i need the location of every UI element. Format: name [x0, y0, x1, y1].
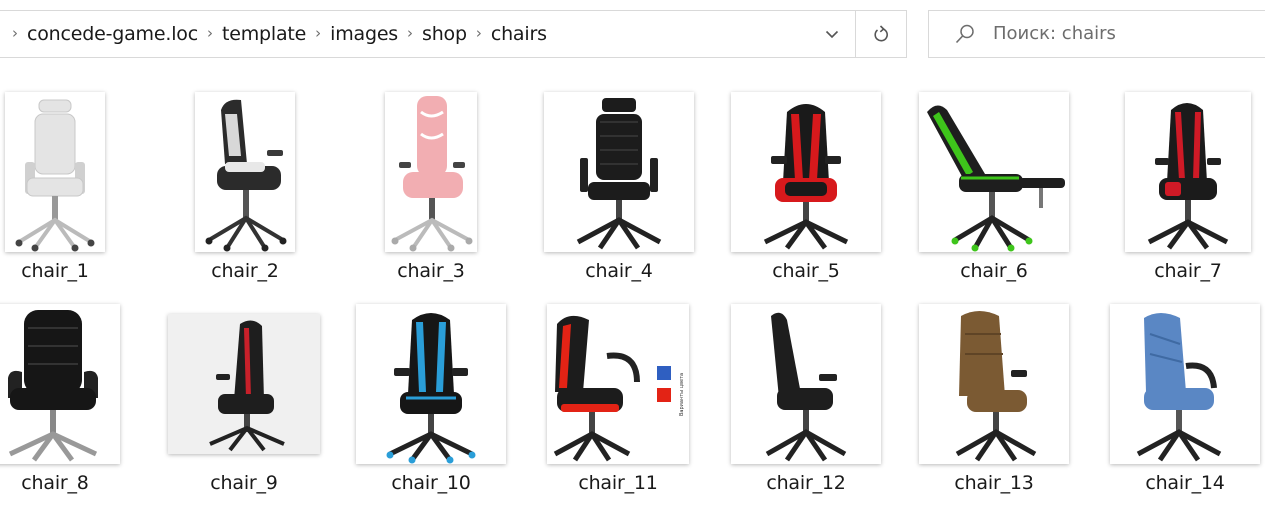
chair-image	[385, 92, 477, 252]
chair-image	[544, 92, 694, 252]
chair-image	[919, 304, 1069, 464]
file-item-chair-5[interactable]: chair_5	[726, 88, 886, 298]
chair-image	[919, 92, 1069, 252]
address-bar[interactable]: › concede-game.loc › template › images ›…	[0, 10, 907, 58]
file-name: chair_7	[1154, 260, 1222, 282]
breadcrumb-item-chairs[interactable]: chairs	[491, 23, 547, 45]
chair-image	[731, 92, 881, 252]
file-item-chair-2[interactable]: chair_2	[165, 88, 325, 298]
file-name: chair_3	[397, 260, 465, 282]
chevron-right-icon[interactable]: ›	[407, 24, 413, 42]
thumbnail-chair-5[interactable]	[726, 88, 886, 256]
file-name: chair_8	[21, 472, 89, 494]
breadcrumb: › concede-game.loc › template › images ›…	[10, 11, 547, 57]
file-name: chair_13	[954, 472, 1034, 494]
file-item-chair-12[interactable]: chair_12	[726, 300, 886, 510]
chevron-right-icon[interactable]: ›	[12, 24, 18, 42]
file-name: chair_11	[578, 472, 658, 494]
search-icon	[955, 24, 974, 44]
file-item-chair-11[interactable]: Варианты цвета chair_11	[538, 300, 698, 510]
chevron-right-icon[interactable]: ›	[207, 24, 213, 42]
chevron-down-icon	[825, 30, 839, 38]
file-item-chair-10[interactable]: chair_10	[351, 300, 511, 510]
chair-image	[0, 304, 120, 464]
thumbnail-chair-2[interactable]	[165, 88, 325, 256]
thumbnail-chair-11[interactable]: Варианты цвета	[538, 300, 698, 468]
chevron-right-icon[interactable]: ›	[315, 24, 321, 42]
breadcrumb-item-site[interactable]: concede-game.loc	[27, 23, 198, 45]
breadcrumb-item-images[interactable]: images	[330, 23, 398, 45]
chair-image	[168, 314, 320, 454]
chair-image	[1125, 92, 1251, 252]
file-name: chair_4	[585, 260, 653, 282]
refresh-icon	[874, 25, 888, 42]
thumbnail-chair-1[interactable]	[0, 88, 135, 256]
thumbnail-chair-12[interactable]	[726, 300, 886, 468]
thumbnail-chair-3[interactable]	[351, 88, 511, 256]
file-item-chair-7[interactable]: chair_7	[1108, 88, 1265, 298]
file-item-chair-6[interactable]: chair_6	[914, 88, 1074, 298]
chevron-right-icon[interactable]: ›	[476, 24, 482, 42]
recent-locations-button[interactable]	[810, 11, 854, 57]
file-item-chair-4[interactable]: chair_4	[539, 88, 699, 298]
breadcrumb-item-template[interactable]: template	[222, 23, 306, 45]
search-box[interactable]: Поиск: chairs	[928, 10, 1265, 58]
file-name: chair_14	[1145, 472, 1225, 494]
thumbnail-chair-6[interactable]	[914, 88, 1074, 256]
file-name: chair_5	[772, 260, 840, 282]
chair-image	[1110, 304, 1260, 464]
file-item-chair-9[interactable]: chair_9	[164, 300, 324, 510]
file-item-chair-3[interactable]: chair_3	[351, 88, 511, 298]
chair-11-tag: Варианты цвета	[679, 373, 685, 416]
file-name: chair_1	[21, 260, 89, 282]
thumbnail-chair-4[interactable]	[539, 88, 699, 256]
file-name: chair_2	[211, 260, 279, 282]
search-input[interactable]: Поиск: chairs	[993, 11, 1116, 57]
thumbnail-chair-13[interactable]	[914, 300, 1074, 468]
file-name: chair_6	[960, 260, 1028, 282]
thumbnail-chair-8[interactable]	[0, 300, 135, 468]
chair-image	[356, 304, 506, 464]
file-item-chair-1[interactable]: chair_1	[0, 88, 135, 298]
chair-image	[731, 304, 881, 464]
refresh-button[interactable]	[856, 11, 906, 57]
breadcrumb-item-shop[interactable]: shop	[422, 23, 467, 45]
file-name: chair_9	[210, 472, 278, 494]
thumbnail-chair-14[interactable]	[1105, 300, 1265, 468]
thumbnail-chair-7[interactable]	[1108, 88, 1265, 256]
file-item-chair-14[interactable]: chair_14	[1105, 300, 1265, 510]
file-item-chair-13[interactable]: chair_13	[914, 300, 1074, 510]
chair-image	[195, 92, 295, 252]
chair-image	[5, 92, 105, 252]
file-item-chair-8[interactable]: chair_8	[0, 300, 135, 510]
file-name: chair_12	[766, 472, 846, 494]
file-name: chair_10	[391, 472, 471, 494]
chair-image: Варианты цвета	[547, 304, 689, 464]
thumbnail-chair-9[interactable]	[164, 300, 324, 468]
thumbnail-chair-10[interactable]	[351, 300, 511, 468]
